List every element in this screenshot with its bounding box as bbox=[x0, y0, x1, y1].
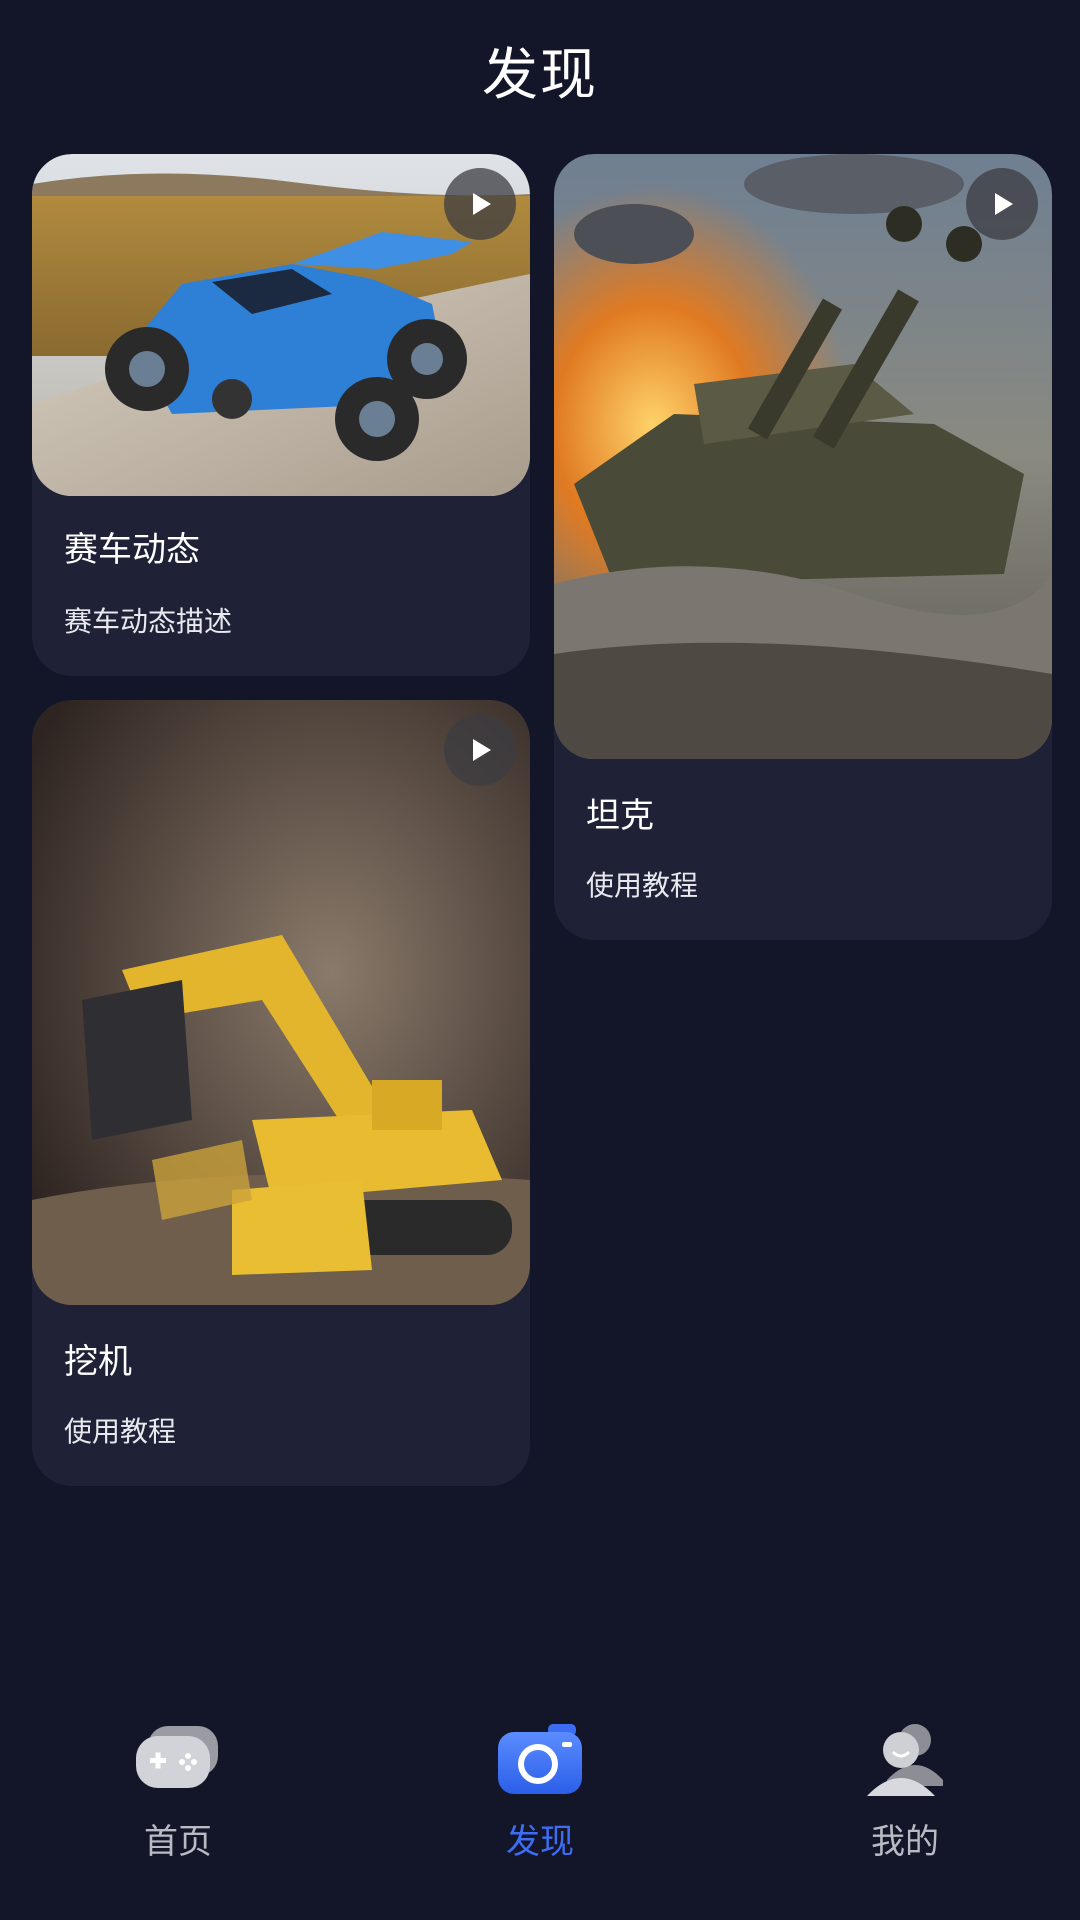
page-title: 发现 bbox=[482, 43, 598, 108]
excavator-image bbox=[32, 700, 530, 1305]
card-description: 使用教程 bbox=[586, 869, 699, 902]
play-button[interactable] bbox=[444, 168, 516, 240]
play-icon bbox=[473, 739, 491, 761]
card-tank[interactable]: 坦克 使用教程 bbox=[554, 154, 1052, 940]
gamepad-icon bbox=[130, 1720, 226, 1800]
user-icon bbox=[857, 1720, 953, 1800]
card-title: 赛车动态 bbox=[64, 530, 200, 570]
nav-label-home: 首页 bbox=[144, 1822, 212, 1862]
play-button[interactable] bbox=[444, 714, 516, 786]
nav-item-mine[interactable]: 我的 bbox=[805, 1700, 1005, 1880]
nav-item-discover[interactable]: 发现 bbox=[440, 1700, 640, 1880]
camera-icon bbox=[492, 1720, 588, 1800]
tank-image bbox=[554, 154, 1052, 759]
card-description: 使用教程 bbox=[64, 1415, 177, 1448]
card-excavator[interactable]: 挖机 使用教程 bbox=[32, 700, 530, 1486]
play-icon bbox=[995, 193, 1013, 215]
bottom-nav: 首页 发现 我的 bbox=[0, 1700, 1080, 1880]
nav-label-discover: 发现 bbox=[506, 1822, 574, 1862]
play-icon bbox=[473, 193, 491, 215]
nav-item-home[interactable]: 首页 bbox=[78, 1700, 278, 1880]
discover-screen: 发现 赛车动态 赛车动态描述 坦克 使用教程 挖机 使用教程 首页 发现 我的 bbox=[0, 0, 1080, 1920]
card-race-car[interactable]: 赛车动态 赛车动态描述 bbox=[32, 154, 530, 676]
nav-label-mine: 我的 bbox=[871, 1822, 939, 1862]
card-title: 坦克 bbox=[586, 796, 654, 836]
play-button[interactable] bbox=[966, 168, 1038, 240]
card-description: 赛车动态描述 bbox=[64, 605, 233, 638]
card-title: 挖机 bbox=[64, 1342, 132, 1382]
